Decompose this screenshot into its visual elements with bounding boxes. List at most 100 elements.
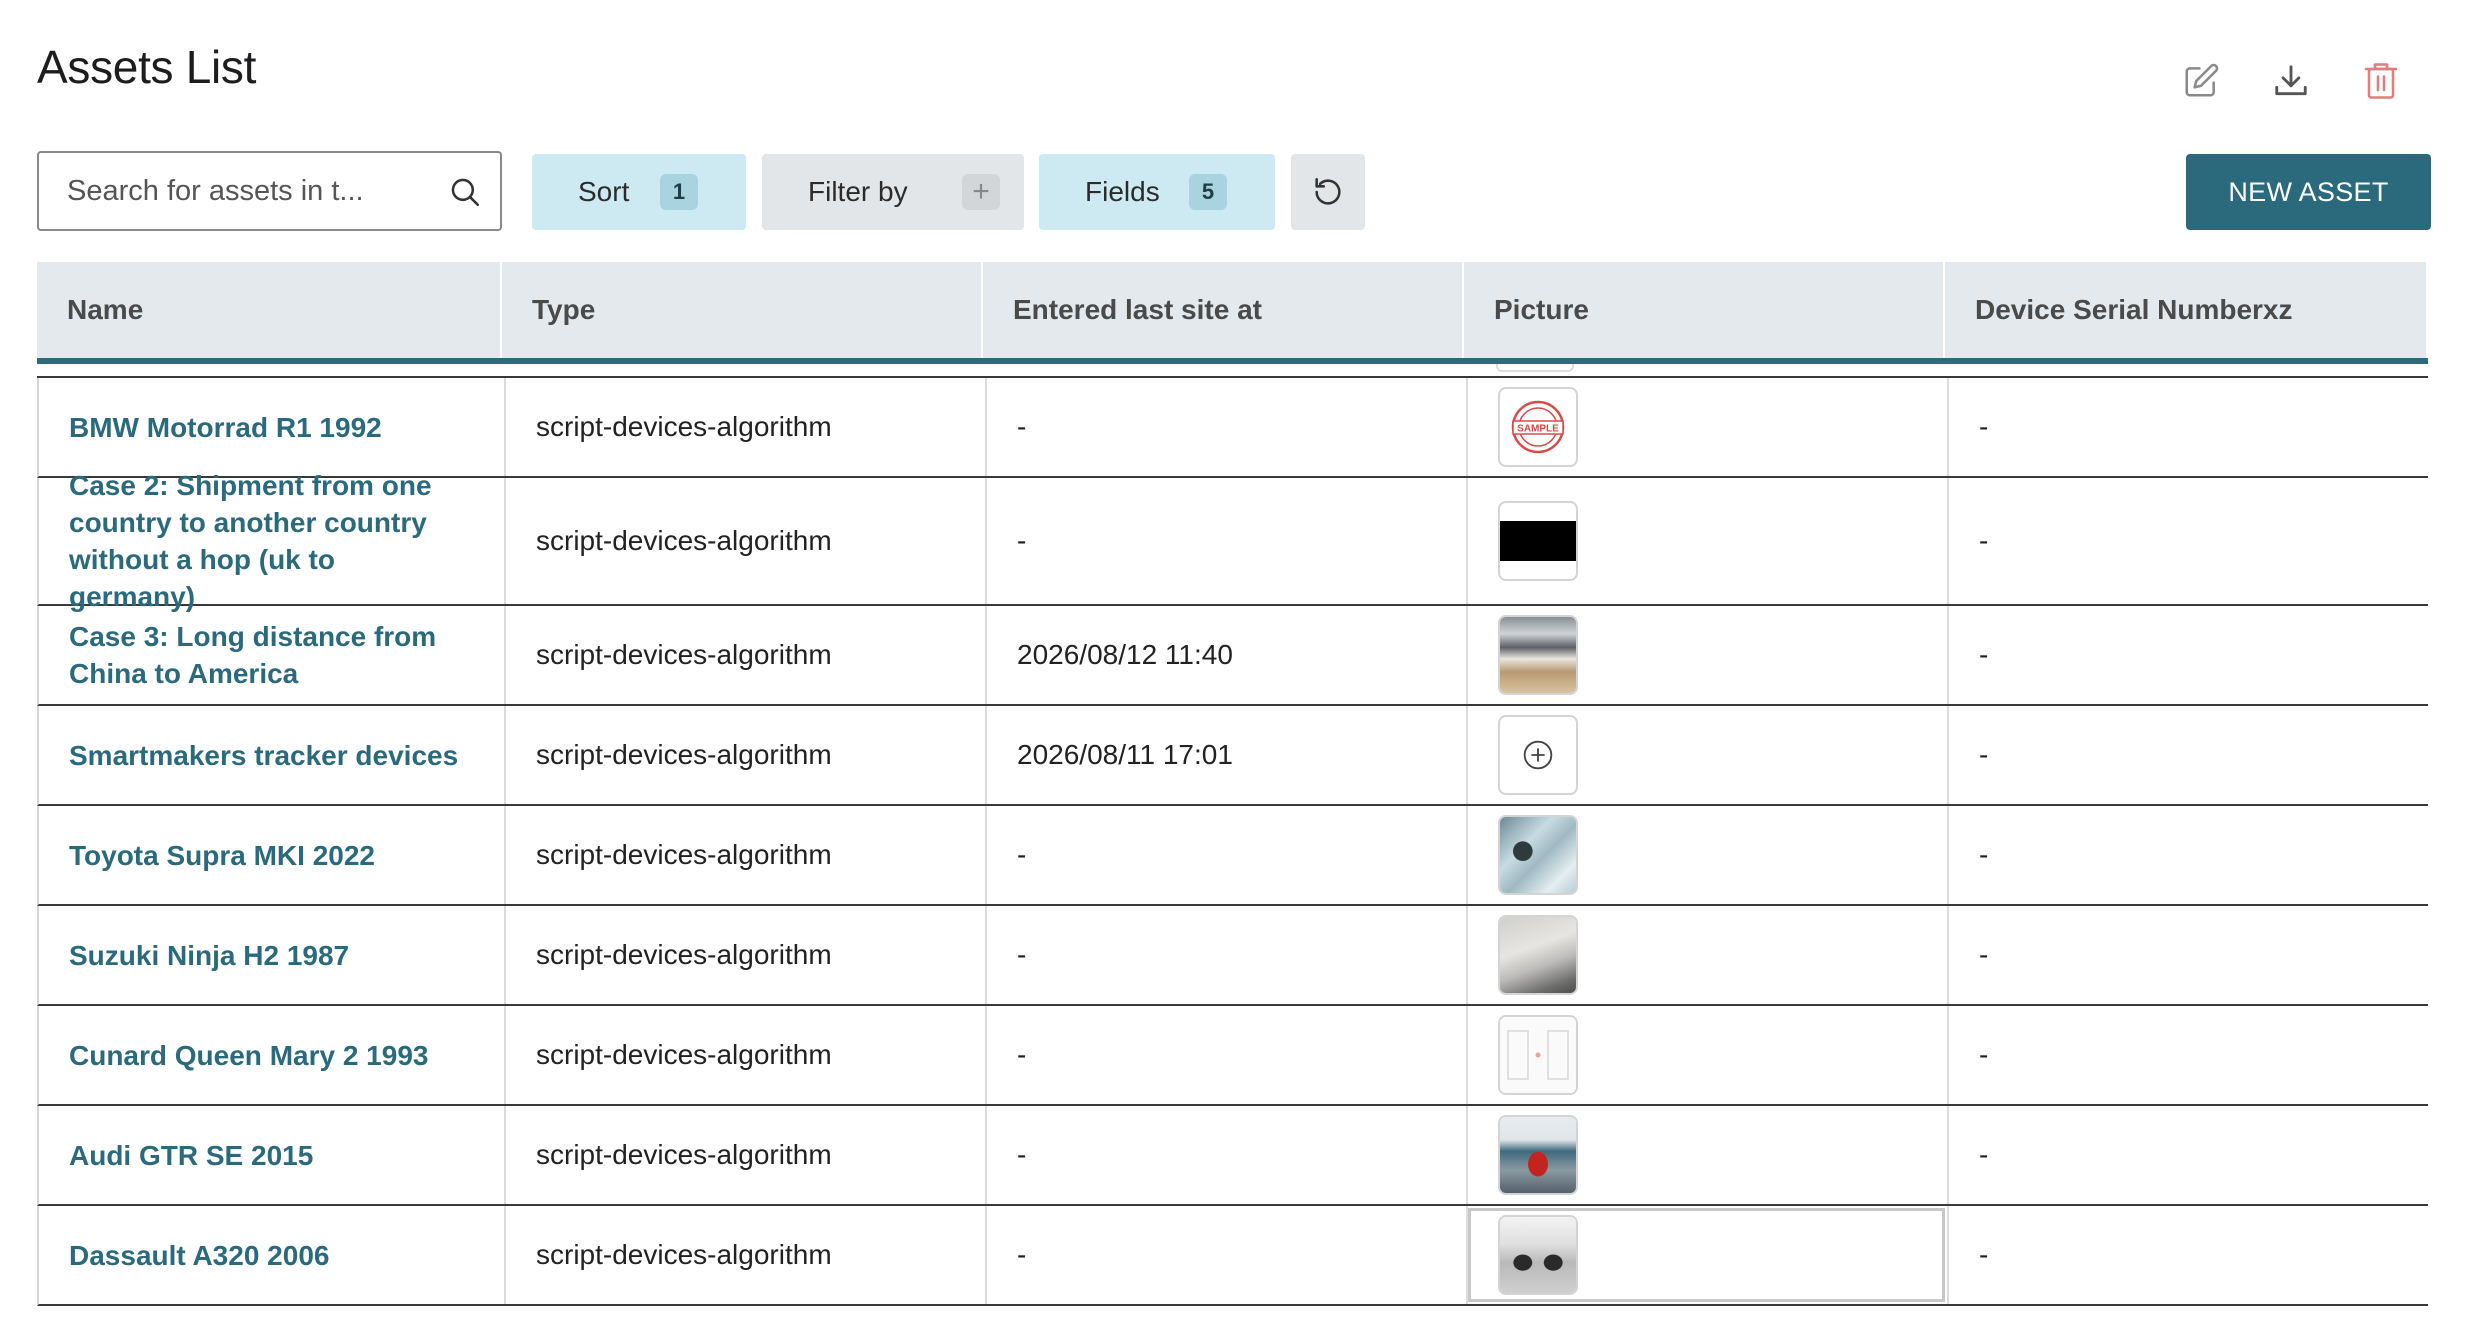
asset-thumbnail[interactable] xyxy=(1498,1215,1578,1295)
asset-name-link[interactable]: BMW Motorrad R1 1992 xyxy=(39,378,504,476)
asset-name-link[interactable]: Case 2: Shipment from one country to ano… xyxy=(39,470,504,612)
column-header-serial[interactable]: Device Serial Numberxz xyxy=(1945,262,2428,358)
column-header-type[interactable]: Type xyxy=(502,262,983,358)
sort-count-badge: 1 xyxy=(660,174,698,210)
picture-cell-selected[interactable] xyxy=(1466,1206,1947,1304)
asset-type: script-devices-algorithm xyxy=(504,706,985,804)
asset-thumbnail[interactable] xyxy=(1498,1115,1578,1195)
table-row[interactable]: Suzuki Ninja H2 1987 script-devices-algo… xyxy=(37,906,2428,1006)
device-serial: - xyxy=(1947,806,2430,904)
scrolled-row-remnant xyxy=(37,364,2428,378)
sample-stamp-icon: SAMPLE xyxy=(1511,400,1565,454)
asset-thumbnail[interactable] xyxy=(1498,915,1578,995)
asset-name-link[interactable]: Suzuki Ninja H2 1987 xyxy=(39,906,504,1004)
asset-name-link[interactable]: Case 3: Long distance from China to Amer… xyxy=(39,606,504,704)
table-row[interactable]: Cunard Queen Mary 2 1993 script-devices-… xyxy=(37,1006,2428,1106)
entered-last-site: - xyxy=(985,478,1466,604)
search-icon[interactable] xyxy=(448,175,482,209)
column-header-picture[interactable]: Picture xyxy=(1464,262,1945,358)
toolbar: Sort 1 Filter by + Fields 5 NEW ASSET xyxy=(37,151,2431,231)
fields-count-badge: 5 xyxy=(1189,174,1227,210)
device-serial: - xyxy=(1947,706,2430,804)
device-serial: - xyxy=(1947,1006,2430,1104)
picture-cell: SAMPLE xyxy=(1466,378,1947,476)
assets-table: Name Type Entered last site at Picture D… xyxy=(37,262,2428,1306)
cars-photo xyxy=(1500,1217,1576,1293)
picture-cell xyxy=(1466,1106,1947,1204)
device-serial: - xyxy=(1947,378,2430,476)
trash-icon xyxy=(2364,63,2398,99)
table-row[interactable]: Case 3: Long distance from China to Amer… xyxy=(37,606,2428,706)
asset-name-link[interactable]: Dassault A320 2006 xyxy=(39,1206,504,1304)
asset-thumbnail[interactable] xyxy=(1498,615,1578,695)
column-header-entered-last-site[interactable]: Entered last site at xyxy=(983,262,1464,358)
plus-circle-icon xyxy=(1523,740,1553,770)
table-row[interactable]: BMW Motorrad R1 1992 script-devices-algo… xyxy=(37,378,2428,478)
page-title: Assets List xyxy=(37,41,257,93)
asset-type: script-devices-algorithm xyxy=(504,606,985,704)
thumbnail-remnant xyxy=(1496,364,1574,372)
download-icon xyxy=(2275,65,2307,96)
document-photo xyxy=(1500,917,1576,993)
table-row[interactable]: Smartmakers tracker devices script-devic… xyxy=(37,706,2428,806)
asset-name-link[interactable]: Cunard Queen Mary 2 1993 xyxy=(39,1006,504,1104)
fields-label: Fields xyxy=(1085,176,1160,207)
edit-button[interactable] xyxy=(2178,58,2224,104)
search-input[interactable] xyxy=(67,153,427,229)
asset-thumbnail[interactable] xyxy=(1498,815,1578,895)
table-row[interactable]: Toyota Supra MKI 2022 script-devices-alg… xyxy=(37,806,2428,906)
filter-label: Filter by xyxy=(808,176,908,207)
edit-icon xyxy=(2185,63,2219,97)
table-row[interactable]: Dassault A320 2006 script-devices-algori… xyxy=(37,1206,2428,1306)
asset-thumbnail[interactable] xyxy=(1498,1015,1578,1095)
reset-button[interactable] xyxy=(1291,154,1365,230)
asset-name-link[interactable]: Audi GTR SE 2015 xyxy=(39,1106,504,1204)
picture-cell xyxy=(1466,606,1947,704)
delete-button[interactable] xyxy=(2358,58,2404,104)
device-serial: - xyxy=(1947,606,2430,704)
asset-type: script-devices-algorithm xyxy=(504,1106,985,1204)
new-asset-button[interactable]: NEW ASSET xyxy=(2186,154,2431,230)
asset-name-link[interactable]: Toyota Supra MKI 2022 xyxy=(39,806,504,904)
sort-button[interactable]: Sort 1 xyxy=(532,154,746,230)
reset-icon xyxy=(1315,177,1341,205)
black-image xyxy=(1500,521,1576,561)
top-actions xyxy=(2178,58,2404,104)
entered-last-site: - xyxy=(985,1206,1466,1304)
map-photo xyxy=(1500,817,1576,893)
picture-cell xyxy=(1466,706,1947,804)
picture-cell xyxy=(1466,478,1947,604)
truck-photo xyxy=(1500,617,1576,693)
entered-last-site: - xyxy=(985,1006,1466,1104)
entered-last-site: 2026/08/11 17:01 xyxy=(985,706,1466,804)
asset-type: script-devices-algorithm xyxy=(504,1206,985,1304)
device-serial: - xyxy=(1947,1106,2430,1204)
entered-last-site: 2026/08/12 11:40 xyxy=(985,606,1466,704)
entered-last-site: - xyxy=(985,906,1466,1004)
device-serial: - xyxy=(1947,478,2430,604)
fields-button[interactable]: Fields 5 xyxy=(1039,154,1275,230)
table-row[interactable]: Audi GTR SE 2015 script-devices-algorith… xyxy=(37,1106,2428,1206)
plus-icon: + xyxy=(962,174,1000,210)
picture-cell xyxy=(1466,906,1947,1004)
asset-type: script-devices-algorithm xyxy=(504,806,985,904)
table-header: Name Type Entered last site at Picture D… xyxy=(37,262,2428,364)
asset-thumbnail[interactable] xyxy=(1498,501,1578,581)
svg-text:SAMPLE: SAMPLE xyxy=(1517,424,1559,435)
device-serial: - xyxy=(1947,1206,2430,1304)
picture-cell xyxy=(1466,1006,1947,1104)
add-picture-button[interactable] xyxy=(1498,715,1578,795)
table-row[interactable]: Case 2: Shipment from one country to ano… xyxy=(37,470,2430,612)
column-header-name[interactable]: Name xyxy=(37,262,502,358)
asset-name-link[interactable]: Smartmakers tracker devices xyxy=(39,706,504,804)
filter-button[interactable]: Filter by + xyxy=(762,154,1024,230)
sort-label: Sort xyxy=(578,176,630,207)
asset-type: script-devices-algorithm xyxy=(504,478,985,604)
download-button[interactable] xyxy=(2268,58,2314,104)
picture-cell xyxy=(1466,806,1947,904)
search-box xyxy=(37,151,502,231)
device-serial: - xyxy=(1947,906,2430,1004)
form-photo xyxy=(1500,1017,1576,1093)
entered-last-site: - xyxy=(985,806,1466,904)
asset-thumbnail[interactable]: SAMPLE xyxy=(1498,387,1578,467)
